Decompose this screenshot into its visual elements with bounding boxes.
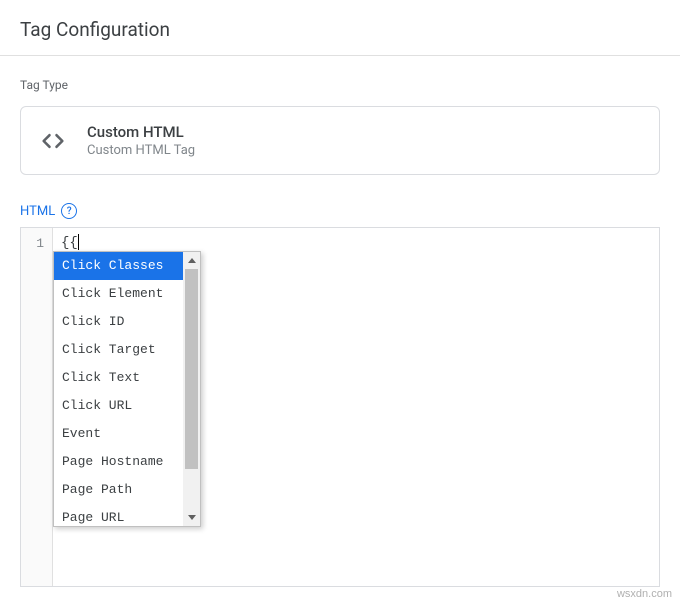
tag-type-label: Tag Type: [20, 78, 660, 92]
tag-type-info: Custom HTML Custom HTML Tag: [87, 123, 195, 158]
autocomplete-item-click-text[interactable]: Click Text: [54, 364, 183, 392]
autocomplete-list: Click Classes Click Element Click ID Cli…: [54, 252, 183, 526]
watermark-text: wsxdn.com: [617, 588, 672, 600]
autocomplete-item-click-url[interactable]: Click URL: [54, 392, 183, 420]
autocomplete-item-click-classes[interactable]: Click Classes: [54, 252, 183, 280]
tag-type-subtitle: Custom HTML Tag: [87, 143, 195, 158]
scroll-thumb[interactable]: [185, 269, 198, 469]
autocomplete-dropdown: Click Classes Click Element Click ID Cli…: [53, 251, 201, 527]
line-number: 1: [21, 234, 52, 254]
page-title: Tag Configuration: [0, 0, 680, 56]
autocomplete-item-click-target[interactable]: Click Target: [54, 336, 183, 364]
code-text: {{: [61, 235, 79, 251]
html-label-row: HTML ?: [20, 203, 660, 219]
html-code-editor[interactable]: 1 {{ Click Classes Click Element Click I…: [20, 227, 660, 587]
autocomplete-item-click-id[interactable]: Click ID: [54, 308, 183, 336]
code-brackets-icon: [39, 127, 67, 155]
scroll-up-icon[interactable]: [183, 252, 200, 269]
editor-code-area[interactable]: {{ Click Classes Click Element Click ID …: [53, 228, 659, 586]
tag-type-selector[interactable]: Custom HTML Custom HTML Tag: [20, 106, 660, 175]
html-field-label: HTML: [20, 204, 55, 219]
text-cursor: [78, 234, 79, 250]
help-icon[interactable]: ?: [61, 203, 77, 219]
editor-gutter: 1: [21, 228, 53, 586]
scroll-track[interactable]: [183, 269, 200, 509]
autocomplete-item-page-url[interactable]: Page URL: [54, 504, 183, 526]
scroll-down-icon[interactable]: [183, 509, 200, 526]
autocomplete-item-page-hostname[interactable]: Page Hostname: [54, 448, 183, 476]
autocomplete-item-click-element[interactable]: Click Element: [54, 280, 183, 308]
autocomplete-item-page-path[interactable]: Page Path: [54, 476, 183, 504]
html-section: HTML ? 1 {{ Click Classes Click Element …: [20, 203, 660, 587]
autocomplete-scrollbar: [183, 252, 200, 526]
content-area: Tag Type Custom HTML Custom HTML Tag HTM…: [0, 56, 680, 587]
autocomplete-item-event[interactable]: Event: [54, 420, 183, 448]
tag-type-title: Custom HTML: [87, 123, 195, 141]
